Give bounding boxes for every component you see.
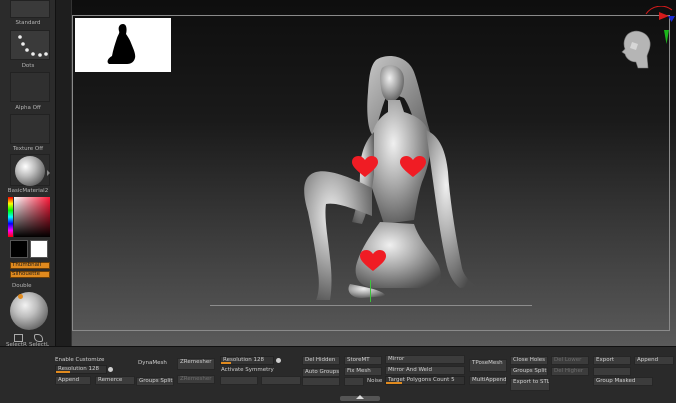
export-stl-button[interactable]: Export to STL — [510, 378, 550, 391]
close-holes-button[interactable]: Close Holes — [510, 356, 548, 365]
auto-groups-button[interactable]: Auto Groups — [302, 368, 340, 377]
stroke-slot[interactable] — [10, 30, 50, 60]
zremesher-dim-button[interactable]: ZRemesher — [177, 375, 215, 384]
texture-slot[interactable] — [10, 114, 50, 144]
material-sphere-icon — [15, 156, 45, 186]
groups-split-button[interactable]: Groups Split — [136, 377, 174, 386]
dim-button-b[interactable] — [261, 376, 301, 385]
append-right-button[interactable]: Append — [634, 356, 674, 365]
color-picker[interactable] — [8, 197, 50, 237]
texture-label: Texture Off — [12, 146, 43, 152]
select-lasso-icon[interactable] — [34, 334, 43, 342]
activate-symmetry-label[interactable]: Activate Symmetry — [221, 367, 274, 373]
storemt-button[interactable]: StoreMT — [344, 356, 382, 365]
collapse-arrow-icon[interactable] — [47, 170, 50, 176]
alpha-slot[interactable] — [10, 72, 50, 102]
resolution-slider-left[interactable]: Resolution 128 — [55, 365, 107, 374]
brush-preview-sphere[interactable] — [10, 292, 48, 330]
heart-icon — [360, 250, 386, 271]
collapse-chevron-icon — [356, 395, 364, 399]
hue-strip[interactable] — [8, 197, 13, 237]
mirror-button[interactable]: Mirror — [385, 355, 465, 364]
saturation-square[interactable] — [14, 197, 50, 237]
material-label: BasicMaterial2 — [7, 188, 49, 194]
zremesher-button[interactable]: ZRemesher — [177, 358, 215, 370]
transpose-line-icon — [370, 280, 371, 302]
resolution-mid-fill — [221, 362, 231, 364]
main-color-swatch[interactable] — [10, 240, 28, 258]
heart-icon — [400, 156, 426, 177]
thumbnail-button[interactable]: Thumbnail — [10, 262, 50, 269]
resolution-left-fill — [56, 371, 70, 373]
floor-grid-line — [210, 305, 532, 306]
select-rect-icon[interactable] — [14, 334, 23, 342]
noise-label[interactable]: Noise — [367, 378, 382, 384]
dim-button-d[interactable] — [344, 377, 364, 386]
silhouette-button[interactable]: Silhouette — [10, 271, 50, 278]
brush-slot[interactable] — [10, 0, 50, 18]
resolution-mid-dot[interactable] — [276, 358, 281, 363]
dots-stroke-icon — [18, 35, 48, 57]
tposemesh-button[interactable]: TPoseMesh — [469, 359, 507, 372]
target-polygons-fill — [386, 382, 402, 384]
dynamesh-button[interactable]: DynaMesh — [136, 360, 174, 369]
groups-split-2-button[interactable]: Groups Split — [510, 367, 548, 376]
group-masked-button[interactable]: Group Masked — [593, 377, 653, 386]
mirror-and-weld-button[interactable]: Mirror And Weld — [385, 366, 465, 375]
sculpt-model[interactable] — [290, 52, 480, 306]
silhouette-icon — [107, 24, 136, 64]
material-slot[interactable] — [10, 154, 50, 186]
fix-mesh-button[interactable]: Fix Mesh — [344, 367, 382, 376]
bottom-collapse-handle[interactable] — [340, 395, 380, 401]
heart-icon — [352, 156, 378, 177]
del-higher-button[interactable]: Del Higher — [551, 367, 589, 376]
alpha-label: Alpha Off — [15, 105, 41, 111]
brush-label: Standard — [15, 20, 41, 26]
export-button[interactable]: Export — [593, 356, 631, 365]
dim-button-e[interactable] — [593, 367, 631, 376]
del-lower-button[interactable]: Del Lower — [551, 356, 589, 365]
stroke-label: Dots — [21, 63, 35, 69]
append-button[interactable]: Append — [55, 376, 91, 385]
del-hidden-button[interactable]: Del Hidden — [302, 356, 340, 365]
brush-indicator-dot — [18, 294, 23, 299]
axis-gizmo-icon[interactable] — [642, 5, 676, 50]
target-polygons-slider[interactable]: Target Polygons Count 5 — [385, 376, 465, 385]
remerce-button[interactable]: Remerce — [95, 376, 135, 385]
enable-customize-label[interactable]: Enable Customize — [55, 357, 104, 363]
resolution-slider-mid[interactable]: Resolution 128 — [220, 356, 274, 365]
dim-button-a[interactable] — [220, 376, 258, 385]
secondary-color-swatch[interactable] — [30, 240, 48, 258]
double-label[interactable]: Double — [0, 283, 56, 289]
resolution-left-dot[interactable] — [108, 367, 113, 372]
thumbnail-preview — [75, 18, 171, 72]
dim-button-c[interactable] — [302, 377, 340, 386]
left-divider-strip[interactable] — [47, 0, 72, 346]
multiappend-button[interactable]: MultiAppend — [469, 376, 507, 385]
